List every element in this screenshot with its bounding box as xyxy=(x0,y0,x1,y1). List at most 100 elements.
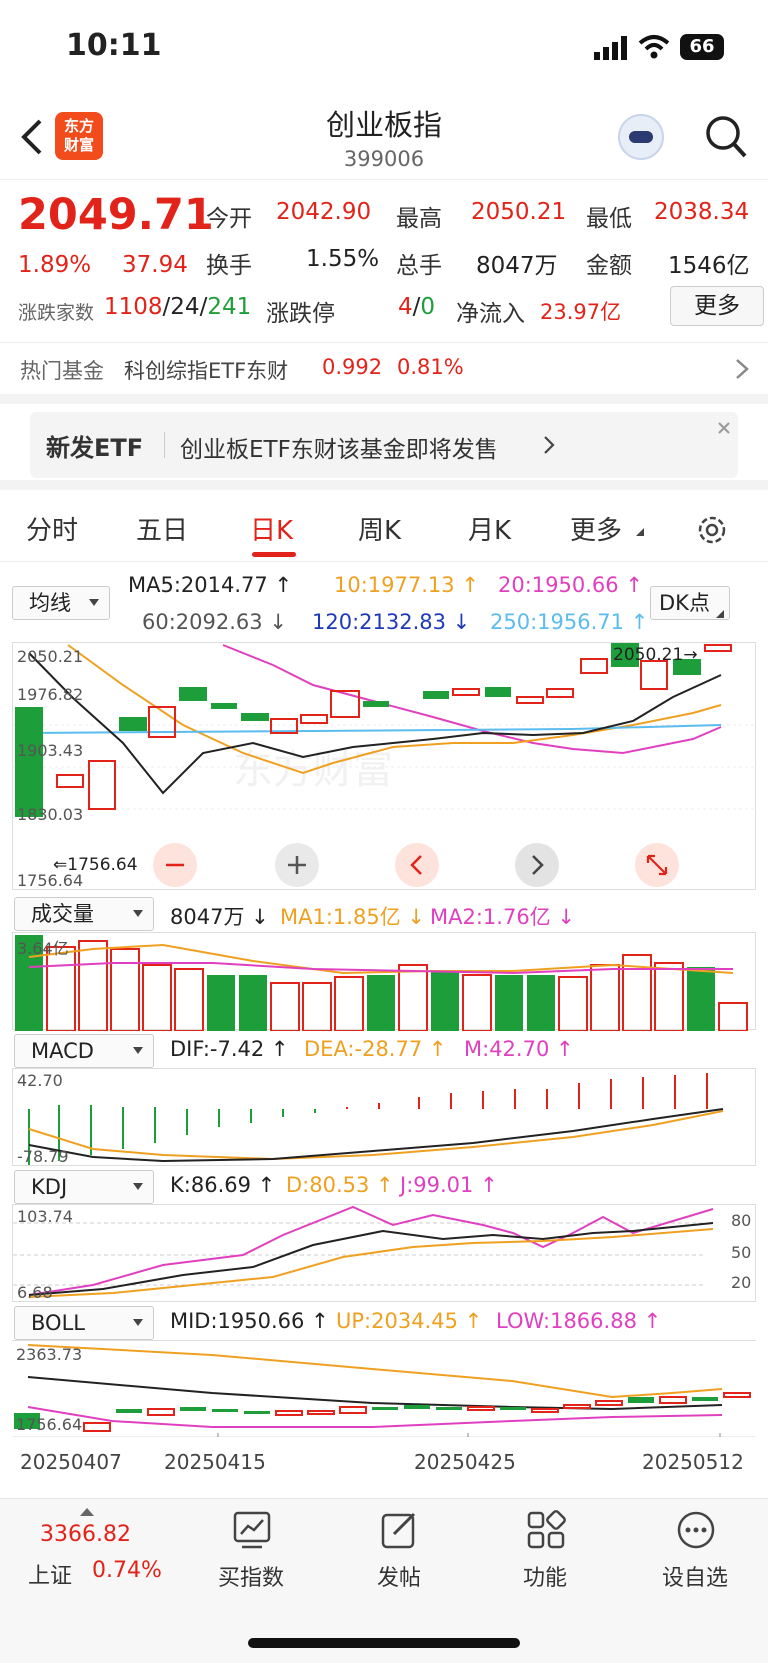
kdj-j: J:99.01 ↑ xyxy=(400,1173,498,1197)
signal-icon xyxy=(594,36,627,60)
buy-index-button[interactable]: 买指数 xyxy=(196,1508,306,1598)
high-value: 2050.21 xyxy=(471,199,567,225)
active-tab-indicator xyxy=(252,552,296,557)
macd-dif: DIF:-7.42 ↑ xyxy=(170,1037,289,1061)
tab-five-day[interactable]: 五日 xyxy=(136,510,188,547)
inflow-label: 净流入 xyxy=(456,301,525,327)
turnover-label: 换手 xyxy=(206,253,252,279)
kline-chart[interactable]: 东方财富 2050.21 1976.82 1903.43 1830.03 175… xyxy=(12,642,757,890)
banner-text: 创业板ETF东财该基金即将发售 xyxy=(180,437,498,463)
chevron-right-icon xyxy=(736,359,749,379)
ma5-value: MA5:2014.77 ↑ xyxy=(128,573,293,597)
tab-intraday[interactable]: 分时 xyxy=(26,510,78,547)
hot-fund-pct: 0.81% xyxy=(397,355,464,379)
hot-fund-name: 科创综指ETF东财 xyxy=(124,359,289,383)
macd-m: M:42.70 ↑ xyxy=(464,1037,574,1061)
low-label: 最低 xyxy=(586,206,632,232)
open-label: 今开 xyxy=(206,206,252,232)
close-icon[interactable] xyxy=(716,420,732,436)
low-value: 2038.34 xyxy=(654,199,750,225)
volume-value: 8047万 xyxy=(476,253,558,279)
post-button[interactable]: 发帖 xyxy=(344,1508,454,1598)
macd-selector[interactable]: MACD xyxy=(14,1034,154,1068)
search-icon[interactable] xyxy=(704,114,748,160)
grid-icon xyxy=(527,1510,566,1549)
volume-ma2: MA2:1.76亿 ↓ xyxy=(430,905,575,929)
banner-tag: 新发ETF xyxy=(46,434,144,462)
amount-label: 金额 xyxy=(586,253,632,279)
kline-y-2: 1976.82 xyxy=(17,685,84,704)
zoom-out-button[interactable] xyxy=(153,843,197,887)
date-label-4: 20250512 xyxy=(642,1450,744,1474)
home-indicator[interactable] xyxy=(248,1638,520,1648)
zoom-in-button[interactable] xyxy=(275,843,319,887)
breadth-values: 1108/24/241 xyxy=(104,294,252,320)
settings-gear-icon[interactable] xyxy=(694,512,730,548)
volume-ma1: MA1:1.85亿 ↓ xyxy=(280,905,425,929)
chart-line-icon xyxy=(233,1511,271,1549)
assistant-robot-icon[interactable] xyxy=(618,114,664,160)
limit-values: 4/0 xyxy=(398,294,436,320)
kline-y-max: 2050.21 xyxy=(17,647,84,666)
hot-fund-price: 0.992 xyxy=(322,355,383,379)
volume-selector[interactable]: 成交量 xyxy=(14,897,154,931)
status-bar: 10:11 66 xyxy=(0,0,768,96)
hot-fund-row[interactable]: 热门基金 科创综指ETF东财 0.992 0.81% xyxy=(0,342,768,394)
kline-y-3: 1903.43 xyxy=(17,741,84,760)
boll-up: UP:2034.45 ↑ xyxy=(336,1309,483,1333)
date-label-2: 20250415 xyxy=(164,1450,266,1474)
inflow-value: 23.97亿 xyxy=(540,300,622,324)
ma10-value: 10:1977.13 ↑ xyxy=(334,573,479,597)
ma120-value: 120:2132.83 ↓ xyxy=(312,610,471,634)
kdj-k: K:86.69 ↑ xyxy=(170,1173,276,1197)
kdj-d: D:80.53 ↑ xyxy=(286,1173,394,1197)
volume-current: 8047万 ↓ xyxy=(170,905,269,929)
boll-low: LOW:1866.88 ↑ xyxy=(496,1309,662,1333)
etf-banner[interactable]: 新发ETF 创业板ETF东财该基金即将发售 xyxy=(30,412,738,478)
open-value: 2042.90 xyxy=(276,199,372,225)
divider xyxy=(0,480,768,490)
high-label: 最高 xyxy=(396,206,442,232)
kdj-level-20: 20 xyxy=(731,1273,752,1292)
fullscreen-button[interactable] xyxy=(635,843,679,887)
boll-selector[interactable]: BOLL xyxy=(14,1306,154,1340)
tab-monthly-k[interactable]: 月K xyxy=(468,510,511,547)
expand-up-icon[interactable] xyxy=(80,1506,94,1516)
kdj-selector[interactable]: KDJ xyxy=(14,1170,154,1204)
limit-label: 涨跌停 xyxy=(266,301,335,327)
kdj-y-min: 6.68 xyxy=(17,1283,53,1302)
clock: 10:11 xyxy=(66,28,162,63)
breadth-label: 涨跌家数 xyxy=(18,302,95,324)
macd-dea: DEA:-28.77 ↑ xyxy=(304,1037,447,1061)
macd-chart: 42.70 -78.79 xyxy=(12,1068,756,1166)
amount-value: 1546亿 xyxy=(668,253,750,279)
boll-chart: 2363.73 1756.64 xyxy=(12,1340,756,1437)
banner-chevron-icon xyxy=(544,436,555,454)
function-button[interactable]: 功能 xyxy=(490,1508,600,1598)
scroll-left-button[interactable] xyxy=(395,843,439,887)
ma60-value: 60:2092.63 ↓ xyxy=(142,610,287,634)
date-label-3: 20250425 xyxy=(414,1450,516,1474)
change-pct: 1.89% xyxy=(18,252,92,278)
low-marker: ⇐1756.64 xyxy=(53,855,138,875)
add-watchlist-button[interactable]: 设自选 xyxy=(640,1508,750,1598)
tab-more[interactable]: 更多 xyxy=(570,510,622,547)
volume-chart: 3.64亿 xyxy=(12,932,756,1031)
more-button[interactable]: 更多 xyxy=(670,286,764,326)
kdj-level-80: 80 xyxy=(731,1211,752,1230)
sh-index-name[interactable]: 上证 xyxy=(28,1558,72,1590)
sh-index-value[interactable]: 3366.82 xyxy=(40,1522,131,1547)
ma-selector[interactable]: 均线 xyxy=(12,586,110,620)
turnover-value: 1.55% xyxy=(306,246,380,272)
edit-icon xyxy=(381,1512,416,1549)
tab-weekly-k[interactable]: 周K xyxy=(358,510,401,547)
dk-arrow-icon xyxy=(716,610,724,618)
tab-daily-k[interactable]: 日K xyxy=(250,510,293,547)
battery-icon: 66 xyxy=(680,34,724,60)
high-marker: 2050.21→ xyxy=(613,645,698,665)
scroll-right-button[interactable] xyxy=(515,843,559,887)
sh-index-pct[interactable]: 0.74% xyxy=(92,1558,162,1583)
boll-y-min: 1756.64 xyxy=(16,1415,83,1434)
ma20-value: 20:1950.66 ↑ xyxy=(498,573,643,597)
macd-y-min: -78.79 xyxy=(17,1147,69,1166)
